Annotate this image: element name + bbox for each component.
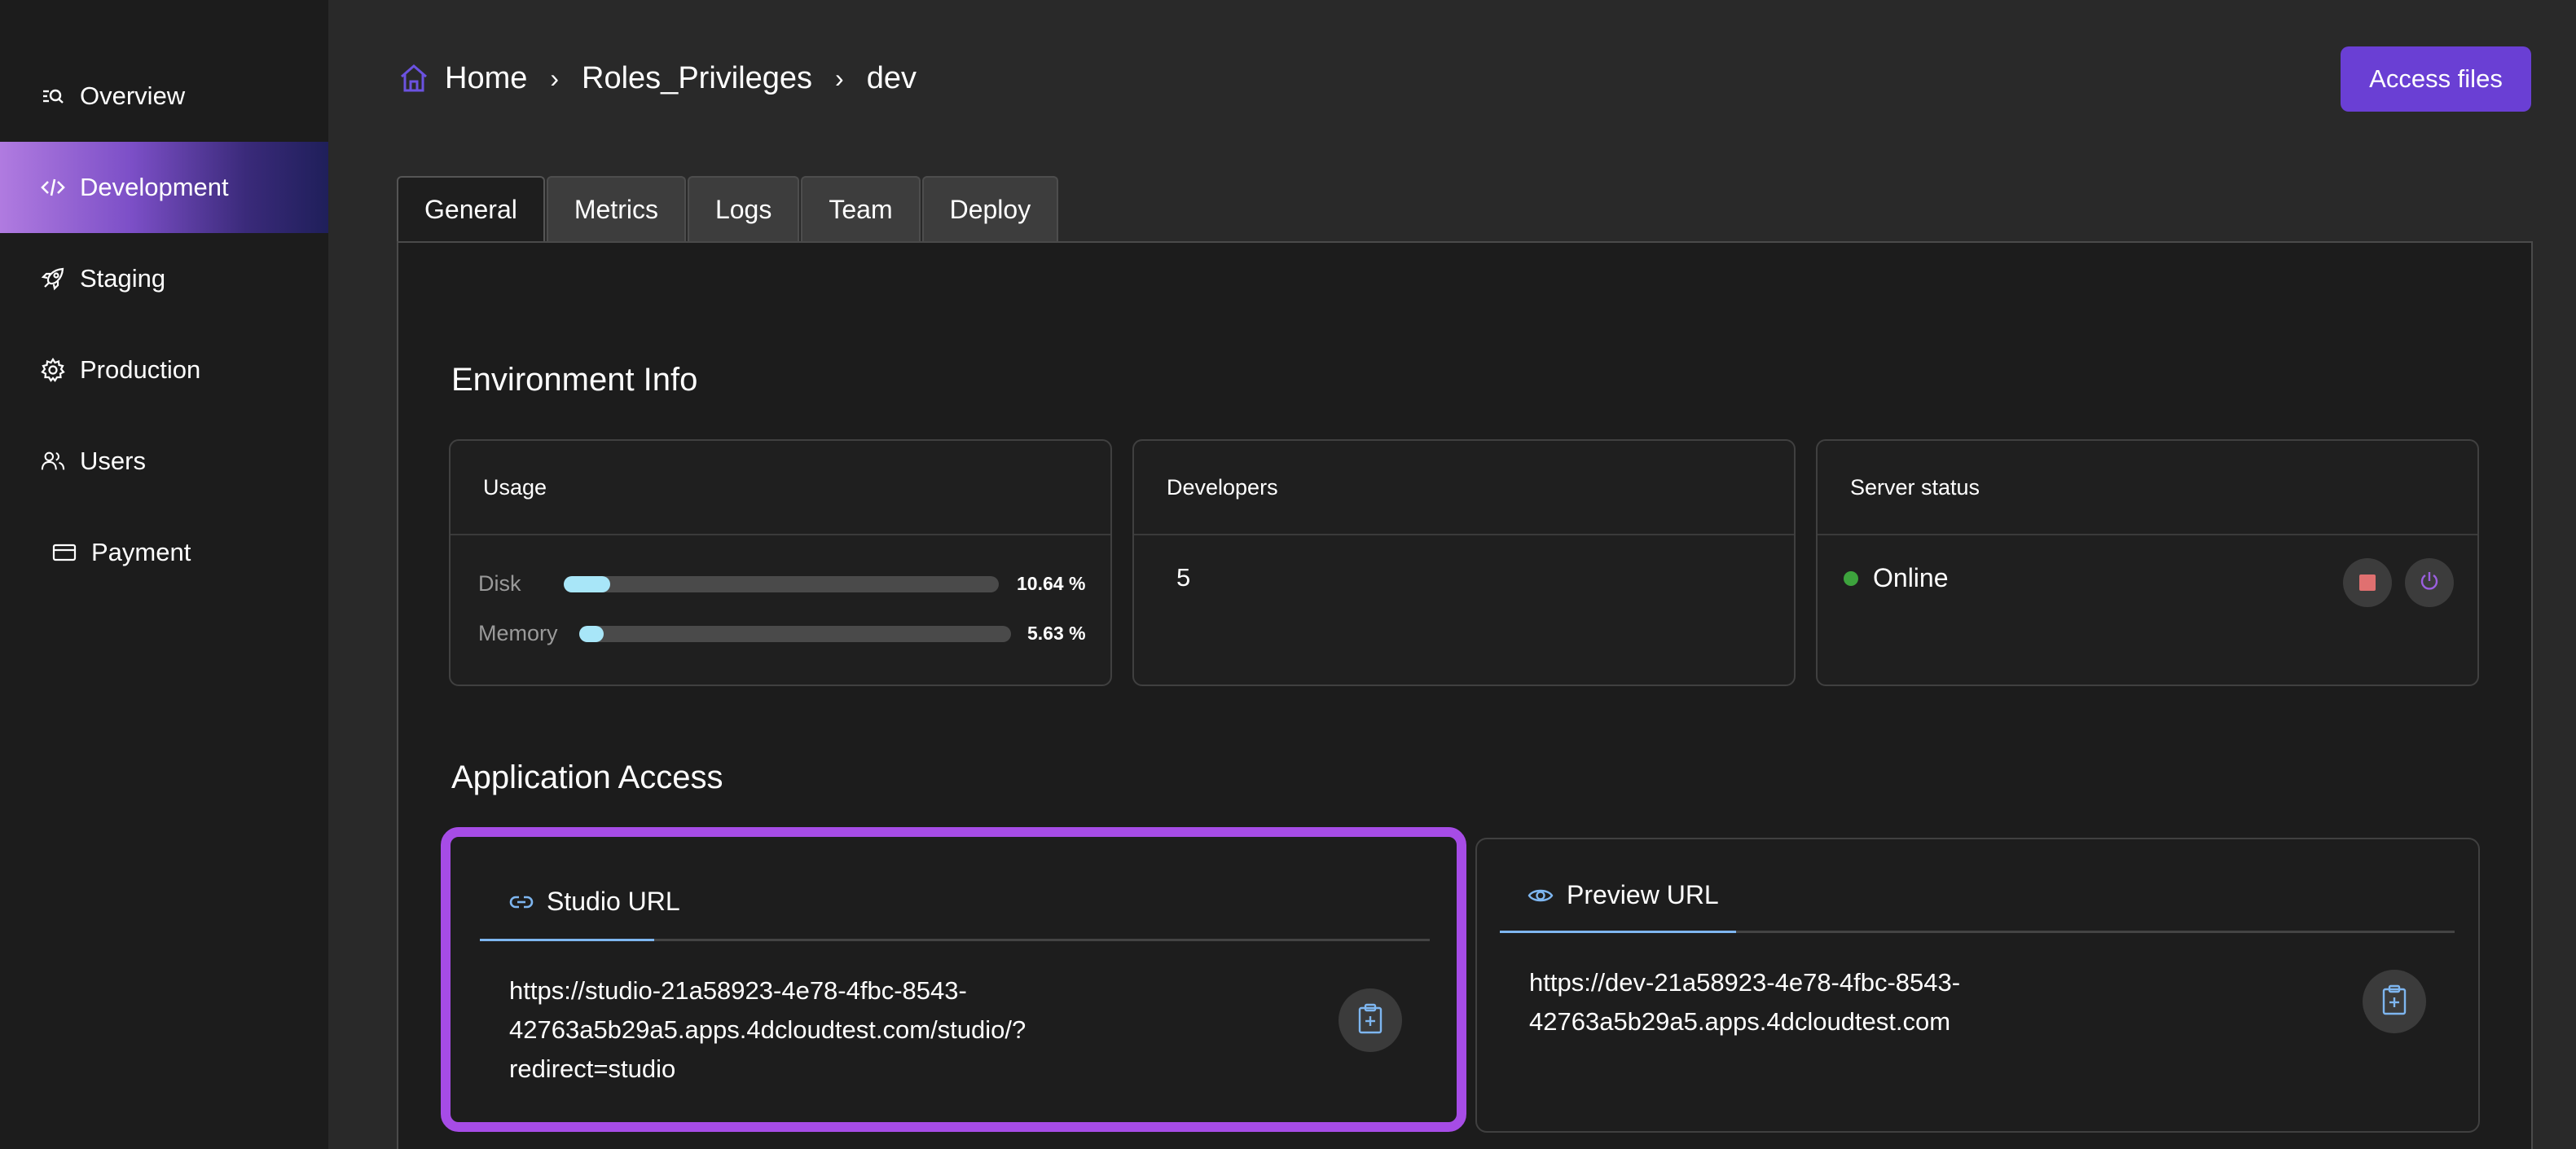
sidebar-item-label: Development — [80, 173, 229, 201]
developers-card: Developers 5 — [1132, 439, 1796, 686]
tab-team[interactable]: Team — [801, 176, 921, 241]
sidebar-item-payment[interactable]: Payment — [0, 507, 328, 598]
stop-server-button[interactable] — [2343, 558, 2392, 607]
overview-icon — [41, 84, 65, 108]
sidebar-item-label: Overview — [80, 81, 186, 110]
breadcrumb-home[interactable]: Home — [445, 61, 527, 96]
tab-bar: General Metrics Logs Team Deploy — [397, 176, 1060, 241]
sidebar-item-staging[interactable]: Staging — [0, 233, 328, 324]
tab-metrics[interactable]: Metrics — [546, 176, 686, 241]
studio-url-text[interactable]: https://studio-21a58923-4e78-4fbc-8543- … — [509, 971, 1026, 1089]
rocket-icon — [41, 266, 65, 291]
sidebar-item-label: Users — [80, 447, 146, 475]
sidebar-item-development[interactable]: Development — [0, 142, 328, 233]
breadcrumb-current: dev — [866, 60, 917, 95]
eye-icon — [1528, 887, 1554, 905]
chevron-right-icon: › — [835, 63, 844, 93]
developers-count: 5 — [1176, 563, 1191, 592]
sidebar-item-overview[interactable]: Overview — [0, 51, 328, 142]
memory-usage-row: Memory 5.63 % — [478, 621, 1138, 646]
environment-info-title: Environment Info — [451, 362, 698, 398]
tab-logs[interactable]: Logs — [687, 176, 800, 241]
breadcrumb-project[interactable]: Roles_Privileges — [582, 61, 812, 96]
application-access-title: Application Access — [451, 759, 723, 795]
preview-url-line: https://dev-21a58923-4e78-4fbc-8543- — [1529, 968, 1961, 997]
preview-url-line: 42763a5b29a5.apps.4dcloudtest.com — [1529, 1007, 1951, 1036]
copy-preview-url-button[interactable] — [2363, 970, 2426, 1033]
clipboard-icon — [2380, 984, 2408, 1019]
preview-url-label: Preview URL — [1567, 880, 1719, 909]
memory-progress-bar — [579, 625, 1011, 642]
sidebar-item-label: Payment — [91, 538, 191, 566]
home-icon[interactable] — [398, 62, 430, 95]
memory-progress-fill — [579, 625, 604, 642]
sidebar-item-production[interactable]: Production — [0, 324, 328, 416]
power-icon — [2418, 570, 2441, 597]
server-status-text: Online — [1873, 563, 1949, 592]
sidebar-item-label: Production — [80, 355, 201, 384]
code-icon — [41, 175, 65, 200]
studio-url-line: redirect=studio — [509, 1054, 676, 1083]
copy-studio-url-button[interactable] — [1339, 988, 1402, 1052]
disk-value: 10.64 % — [1017, 573, 1086, 594]
disk-progress-fill — [564, 575, 610, 592]
preview-url-text[interactable]: https://dev-21a58923-4e78-4fbc-8543- 427… — [1529, 963, 1960, 1041]
usage-card-title: Usage — [451, 441, 1110, 535]
tab-deploy[interactable]: Deploy — [921, 176, 1059, 241]
card-icon — [52, 540, 77, 565]
clipboard-icon — [1356, 1003, 1384, 1038]
tab-general[interactable]: General — [397, 176, 545, 241]
sidebar: Overview Development Staging Production … — [0, 0, 328, 1149]
usage-card: Usage Disk 10.64 % Memory 5.63 % — [449, 439, 1112, 686]
gear-icon — [41, 358, 65, 382]
disk-usage-row: Disk 10.64 % — [478, 571, 1138, 597]
memory-label: Memory — [478, 621, 558, 645]
studio-url-tab[interactable]: Studio URL — [509, 887, 680, 917]
restart-server-button[interactable] — [2405, 558, 2454, 607]
memory-value: 5.63 % — [1027, 623, 1086, 644]
users-icon — [41, 449, 65, 473]
sidebar-item-users[interactable]: Users — [0, 416, 328, 507]
preview-url-tab[interactable]: Preview URL — [1528, 880, 1719, 910]
server-status-indicator: Online — [1844, 563, 1949, 593]
studio-url-line: 42763a5b29a5.apps.4dcloudtest.com/studio… — [509, 1015, 1026, 1044]
preview-url-card: Preview URL https://dev-21a58923-4e78-4f… — [1475, 838, 2480, 1133]
link-icon — [509, 894, 534, 910]
studio-url-label: Studio URL — [547, 887, 680, 916]
server-status-card: Server status Online — [1816, 439, 2479, 686]
studio-url-card: Studio URL https://studio-21a58923-4e78-… — [441, 827, 1466, 1132]
stop-icon — [2359, 574, 2376, 591]
studio-url-line: https://studio-21a58923-4e78-4fbc-8543- — [509, 976, 967, 1005]
studio-url-tab-underline — [480, 939, 1430, 941]
chevron-right-icon: › — [550, 63, 560, 93]
developers-card-title: Developers — [1134, 441, 1794, 535]
sidebar-item-label: Staging — [80, 264, 166, 293]
disk-label: Disk — [478, 571, 521, 596]
online-dot-icon — [1844, 570, 1858, 586]
server-status-title: Server status — [1818, 441, 2477, 535]
preview-url-tab-underline — [1500, 931, 2455, 933]
breadcrumb: Home › Roles_Privileges › dev — [398, 55, 917, 101]
disk-progress-bar — [564, 575, 999, 592]
access-files-button[interactable]: Access files — [2341, 46, 2531, 112]
